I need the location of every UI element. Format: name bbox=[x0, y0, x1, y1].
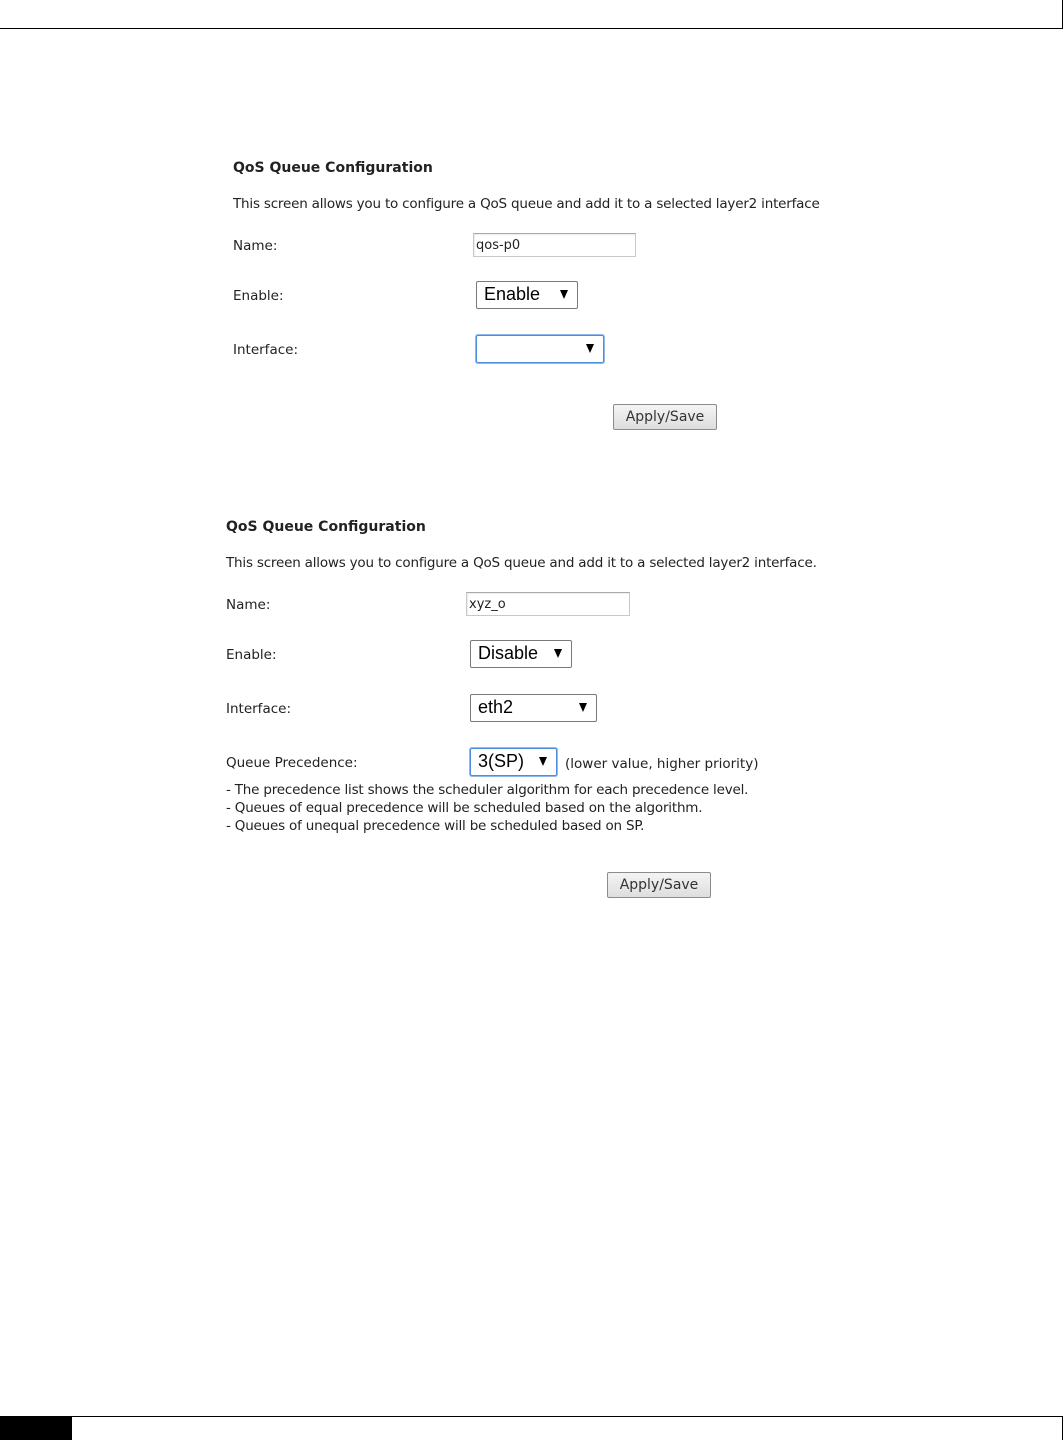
interface-label: Interface: bbox=[226, 701, 291, 717]
precedence-note: - The precedence list shows the schedule… bbox=[226, 782, 749, 798]
name-label: Name: bbox=[226, 597, 271, 613]
queue-precedence-select[interactable]: 3(SP) bbox=[470, 748, 557, 776]
precedence-note: - Queues of unequal precedence will be s… bbox=[226, 818, 645, 834]
page-header-border bbox=[0, 0, 1063, 29]
interface-select[interactable] bbox=[476, 335, 604, 363]
enable-label: Enable: bbox=[226, 647, 277, 663]
interface-label: Interface: bbox=[233, 342, 298, 358]
enable-select-value: Disable bbox=[478, 643, 539, 663]
queue-precedence-select-value: 3(SP) bbox=[478, 751, 525, 771]
apply-save-button[interactable]: Apply/Save bbox=[613, 404, 717, 430]
chevron-down-icon bbox=[586, 344, 594, 353]
chevron-down-icon bbox=[554, 649, 562, 658]
page-title: QoS Queue Configuration bbox=[226, 519, 426, 535]
name-input[interactable]: qos-p0 bbox=[473, 233, 636, 257]
page-description: This screen allows you to configure a Qo… bbox=[226, 555, 817, 571]
precedence-note: - Queues of equal precedence will be sch… bbox=[226, 800, 703, 816]
name-label: Name: bbox=[233, 238, 278, 254]
enable-select[interactable]: Enable bbox=[476, 281, 578, 309]
chevron-down-icon bbox=[560, 290, 568, 299]
precedence-hint: (lower value, higher priority) bbox=[565, 756, 759, 772]
queue-precedence-label: Queue Precedence: bbox=[226, 755, 358, 771]
enable-select-value: Enable bbox=[484, 284, 541, 304]
name-input-value: qos-p0 bbox=[476, 238, 521, 253]
page-footer-border bbox=[0, 1416, 1063, 1440]
page-title: QoS Queue Configuration bbox=[233, 160, 433, 176]
enable-select[interactable]: Disable bbox=[470, 640, 572, 668]
chevron-down-icon bbox=[579, 703, 587, 712]
page-description: This screen allows you to configure a Qo… bbox=[233, 196, 820, 212]
chevron-down-icon bbox=[539, 757, 547, 766]
interface-select[interactable]: eth2 bbox=[470, 694, 597, 722]
enable-label: Enable: bbox=[233, 288, 284, 304]
page-footer-tab bbox=[0, 1416, 72, 1440]
apply-save-button[interactable]: Apply/Save bbox=[607, 872, 711, 898]
interface-select-value: eth2 bbox=[478, 697, 514, 717]
name-input-value: xyz_o bbox=[469, 597, 506, 612]
name-input[interactable]: xyz_o bbox=[466, 592, 630, 616]
